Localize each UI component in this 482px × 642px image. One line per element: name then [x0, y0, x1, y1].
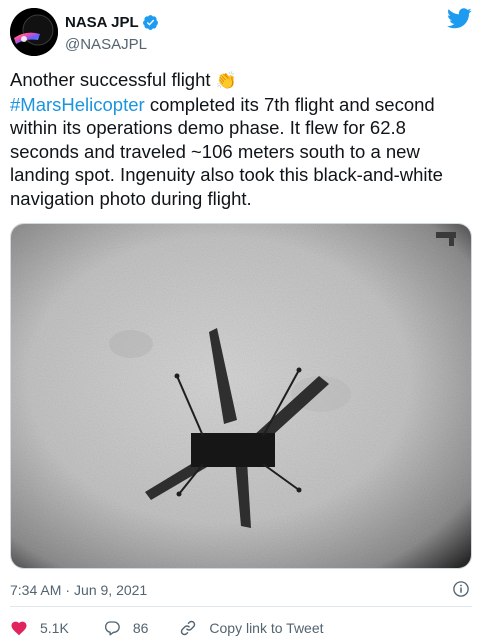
tweet-time: 7:34 AM — [10, 582, 62, 598]
tweet-intro: Another successful flight — [10, 69, 211, 90]
tweet-date: Jun 9, 2021 — [74, 582, 148, 598]
hashtag-link[interactable]: #MarsHelicopter — [10, 94, 145, 115]
reply-bubble-icon — [104, 621, 120, 636]
like-count: 5.1K — [40, 620, 69, 636]
info-icon[interactable] — [452, 580, 470, 598]
jpl-spacecraft-avatar — [10, 8, 58, 56]
link-icon — [181, 620, 196, 636]
verified-badge-icon — [142, 14, 158, 30]
tweet-timestamp[interactable]: 7:34 AM · Jun 9, 2021 — [10, 580, 472, 600]
helicopter-shadow-photo — [11, 224, 471, 568]
tweet-actions: 5.1K 86 Copy link to Tweet — [10, 617, 324, 639]
meta-separator: · — [65, 582, 71, 598]
author-handle[interactable]: @NASAJPL — [65, 36, 159, 53]
display-name-row: NASA JPL — [65, 12, 159, 32]
author-avatar[interactable] — [10, 8, 58, 56]
tweet-media-image[interactable] — [10, 223, 472, 569]
clapping-hands-emoji: 👏 — [215, 71, 237, 90]
author-display-name[interactable]: NASA JPL — [65, 14, 139, 31]
twitter-bird-icon[interactable] — [447, 8, 472, 29]
copy-link-label: Copy link to Tweet — [209, 620, 324, 636]
author-names: NASA JPL @NASAJPL — [65, 12, 159, 53]
like-button[interactable]: 5.1K — [10, 619, 69, 637]
tweet-text: Another successful flight 👏 #MarsHelicop… — [10, 68, 472, 210]
heart-icon — [11, 621, 27, 636]
divider — [10, 606, 472, 607]
copy-link-button[interactable]: Copy link to Tweet — [179, 619, 324, 637]
reply-button[interactable]: 86 — [103, 619, 149, 637]
tweet-header: NASA JPL @NASAJPL — [10, 8, 472, 62]
reply-count: 86 — [132, 620, 149, 636]
